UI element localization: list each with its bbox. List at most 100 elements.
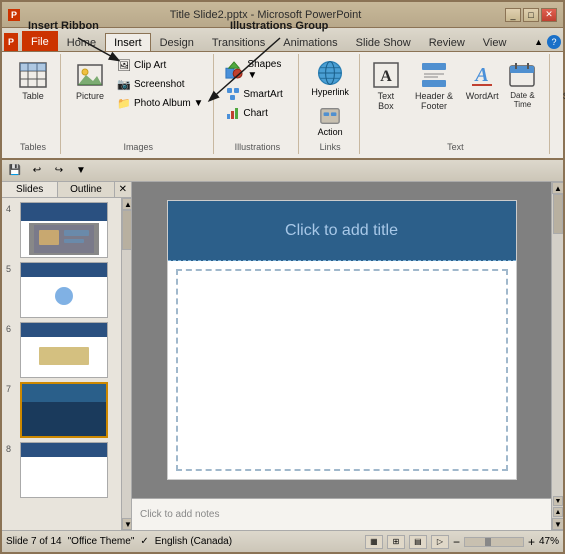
zoom-in-button[interactable]: + [528, 535, 535, 549]
screenshot-button[interactable]: 📷 Screenshot [113, 75, 207, 93]
tab-view[interactable]: View [474, 33, 516, 51]
slide-thumb-5[interactable] [20, 262, 108, 318]
table-button[interactable]: Table [12, 56, 54, 104]
date-time-button[interactable]: Date & Time [502, 56, 543, 112]
slide-num-8: 8 [6, 444, 16, 454]
ribbon-group-links: Hyperlink Action Links [301, 54, 360, 154]
ppt-logo-small: P [8, 9, 20, 21]
restore-button[interactable]: □ [523, 8, 539, 22]
minimize-button[interactable]: _ [505, 8, 521, 22]
ribbon: Table Tables [2, 52, 563, 160]
wordart-button[interactable]: A WordArt [464, 56, 500, 104]
view-slide-sorter-button[interactable]: ⊞ [387, 535, 405, 549]
right-scroll-thumb[interactable] [553, 194, 563, 234]
ppt-logo[interactable]: P [4, 33, 18, 51]
view-reading-button[interactable]: ▤ [409, 535, 427, 549]
scroll-up-arrow[interactable]: ▲ [122, 198, 131, 210]
tab-outline[interactable]: Outline [58, 182, 114, 197]
header-footer-button[interactable]: Header & Footer [406, 56, 462, 114]
quick-access-menu-button[interactable]: ▼ [72, 162, 90, 180]
right-scrollbar[interactable]: ▲ ▼ ▲ ▼ [551, 182, 563, 530]
ribbon-group-illustrations: Shapes ▼ SmartArt [216, 54, 299, 154]
tab-animations[interactable]: Animations [274, 33, 346, 51]
ribbon-group-tables: Table Tables [6, 54, 61, 154]
photo-album-button[interactable]: 📁 Photo Album ▼ [113, 94, 207, 112]
tab-slides[interactable]: Slides [2, 182, 58, 197]
illustrations-group-label: Illustrations [235, 140, 281, 152]
tab-design[interactable]: Design [151, 33, 203, 51]
slide-thumb-8[interactable] [20, 442, 108, 498]
view-normal-button[interactable]: ▦ [365, 535, 383, 549]
header-footer-icon [418, 59, 450, 91]
action-icon [319, 105, 341, 127]
tab-insert[interactable]: Insert [105, 33, 151, 51]
slide-item-8[interactable]: 8 [6, 442, 117, 498]
hyperlink-button[interactable]: Hyperlink [307, 56, 353, 100]
svg-text:A: A [380, 68, 392, 85]
zoom-slider[interactable] [464, 537, 524, 547]
slide-title-area[interactable]: Click to add title [168, 201, 516, 261]
zoom-slider-thumb[interactable] [485, 538, 491, 546]
header-footer-label: Header & Footer [411, 91, 457, 111]
slide-info: Slide 7 of 14 [6, 536, 62, 547]
picture-button[interactable]: Picture [69, 56, 111, 104]
save-button[interactable]: 💾 [6, 162, 24, 180]
date-time-icon [506, 59, 538, 91]
close-button[interactable]: ✕ [541, 8, 557, 22]
clip-art-label: Clip Art [134, 60, 166, 71]
tab-file[interactable]: File [22, 31, 58, 51]
tab-transitions[interactable]: Transitions [203, 33, 274, 51]
clip-art-button[interactable]: 🖼 Clip Art [113, 56, 207, 74]
scroll-down-arrow[interactable]: ▼ [122, 518, 131, 530]
action-button[interactable]: Action [314, 102, 347, 140]
tab-slideshow[interactable]: Slide Show [347, 33, 420, 51]
slide-panel-scrollbar[interactable]: ▲ ▼ [121, 198, 131, 530]
slide-thumb-7[interactable] [20, 382, 108, 438]
slide-item-4[interactable]: 4 [6, 202, 117, 258]
content-right: Click to add title Click to add notes ▲ [132, 182, 563, 530]
right-scroll-down-arrow[interactable]: ▼ [552, 518, 563, 530]
next-slide-button[interactable]: ▼ [553, 496, 563, 506]
right-scroll-up-arrow[interactable]: ▲ [552, 182, 563, 194]
slide-num-7: 7 [6, 384, 16, 394]
symbols-button[interactable]: Ω Symbols [558, 56, 565, 104]
textbox-button[interactable]: A Text Box [368, 56, 404, 114]
slide-item-7[interactable]: 7 [6, 382, 117, 438]
tab-home[interactable]: Home [58, 33, 105, 51]
textbox-icon: A [370, 59, 402, 91]
slide-body[interactable] [176, 269, 508, 471]
slide-item-6[interactable]: 6 [6, 322, 117, 378]
smartart-button[interactable]: SmartArt [222, 85, 292, 103]
slide-canvas-area[interactable]: Click to add title [132, 182, 551, 498]
scroll-thumb[interactable] [122, 210, 131, 250]
clip-art-icon: 🖼 [117, 58, 131, 72]
undo-button[interactable]: ↩ [28, 162, 46, 180]
shapes-button[interactable]: Shapes ▼ [222, 56, 292, 84]
zoom-out-button[interactable]: − [453, 535, 460, 549]
slide-thumb-6[interactable] [20, 322, 108, 378]
scroll-track[interactable] [122, 210, 131, 518]
tab-review[interactable]: Review [420, 33, 474, 51]
slide-item-5[interactable]: 5 [6, 262, 117, 318]
theme-info: "Office Theme" [68, 536, 135, 547]
slide-thumb-4[interactable] [20, 202, 108, 258]
notes-area[interactable]: Click to add notes [132, 498, 551, 530]
hyperlink-icon [316, 59, 344, 87]
view-slideshow-button[interactable]: ▷ [431, 535, 449, 549]
ribbon-collapse-button[interactable]: ▲ [534, 37, 543, 47]
chart-button[interactable]: Chart [222, 104, 292, 122]
status-right: ▦ ⊞ ▤ ▷ − + 47% [365, 535, 559, 549]
help-button[interactable]: ? [547, 35, 561, 49]
main-area: Slides Outline ✕ 4 [2, 182, 563, 530]
picture-label: Picture [76, 91, 104, 101]
slide-title-placeholder: Click to add title [285, 222, 398, 240]
panel-close-button[interactable]: ✕ [115, 182, 131, 197]
screenshot-label: Screenshot [134, 79, 185, 90]
redo-button[interactable]: ↪ [50, 162, 68, 180]
content-area: Click to add title Click to add notes [132, 182, 551, 530]
tables-group-label: Tables [20, 140, 46, 152]
wordart-label: WordArt [466, 91, 499, 101]
prev-slide-button[interactable]: ▲ [553, 507, 563, 517]
right-scroll-track[interactable] [552, 194, 563, 495]
ribbon-tab-bar: P File Home Insert Design Transitions An… [2, 28, 563, 52]
